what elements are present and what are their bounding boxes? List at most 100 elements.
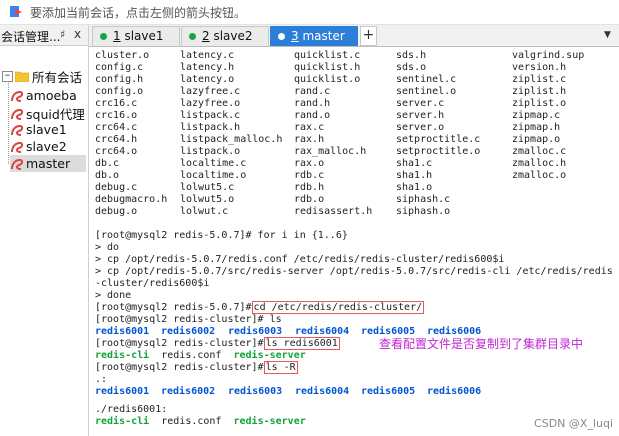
dir-entry: redis6005: [361, 386, 416, 397]
session-icon: [11, 141, 24, 153]
exec-file: redis-cli: [95, 416, 150, 427]
dir-entry: redis6001: [95, 386, 150, 397]
file-entry: siphash.o: [396, 206, 451, 217]
session-icon: [11, 90, 24, 102]
file-entry: zmalloc.c: [512, 146, 567, 157]
terminal-line: ./redis6001:: [95, 404, 168, 415]
exec-file: redis-cli: [95, 350, 150, 361]
session-item-squid[interactable]: squid代理: [10, 104, 85, 122]
highlighted-command: cd /etc/redis/redis-cluster/: [251, 301, 425, 314]
tab-number: 2: [202, 29, 210, 43]
file-entry: listpack_malloc.h: [180, 134, 283, 145]
file-entry: quicklist.h: [294, 62, 361, 73]
file-entry: zmalloc.h: [512, 158, 567, 169]
terminal-line: [root@mysql2 redis-cluster]# ls: [95, 314, 282, 325]
file-entry: zipmap.h: [512, 122, 561, 133]
file-entry: lazyfree.o: [180, 98, 241, 109]
tab-bar: 1 slave1 2 slave2 3 master + ▼: [89, 25, 619, 47]
file-entry: rand.o: [294, 110, 331, 121]
session-icon: [11, 108, 24, 120]
terminal-line: [root@mysql2 redis-cluster]# ls -R: [95, 361, 298, 374]
close-icon[interactable]: x: [74, 27, 81, 41]
file-entry: listpack.c: [180, 110, 241, 121]
tab-list-dropdown-icon[interactable]: ▼: [604, 30, 611, 40]
file-entry: sha1.h: [396, 170, 433, 181]
tab-number: 3: [291, 29, 299, 43]
highlighted-command: ls -R: [263, 361, 298, 374]
file-entry: quicklist.o: [294, 74, 361, 85]
file-entry: debug.c: [95, 182, 138, 193]
terminal-output[interactable]: [root@mysql2 redis-5.0.7]# for i in {1..…: [89, 47, 619, 436]
arrow-hint-icon: [10, 6, 22, 17]
dir-entry: redis6002: [161, 386, 216, 397]
file-entry: config.o: [95, 86, 144, 97]
file-entry: setproctitle.o: [396, 146, 481, 157]
file-entry: valgrind.sup: [512, 50, 585, 61]
dir-entry: redis6003: [228, 386, 283, 397]
terminal-line: [root@mysql2 redis-5.0.7]# cd /etc/redis/…: [95, 301, 425, 314]
dir-entry: redis6004: [295, 386, 350, 397]
file-entry: rand.c: [294, 86, 331, 97]
file-entry: zmalloc.o: [512, 170, 567, 181]
terminal-line: > done: [95, 290, 132, 301]
file-entry: listpack.o: [180, 146, 241, 157]
file-entry: crc64.o: [95, 146, 138, 157]
file-entry: localtime.o: [180, 170, 247, 181]
file-entry: crc64.h: [95, 134, 138, 145]
file-entry: siphash.c: [396, 194, 451, 205]
tab-slave1[interactable]: 1 slave1: [92, 26, 180, 46]
session-manager-panel: 会话管理... ♯ x − 所有会话 amoeba squid代理 slave1 …: [0, 25, 89, 436]
file-entry: crc16.o: [95, 110, 138, 121]
session-item-master[interactable]: master: [10, 155, 86, 172]
exec-file: redis-server: [233, 416, 306, 427]
file-entry: server.o: [396, 122, 445, 133]
session-item-slave1[interactable]: slave1: [10, 121, 67, 138]
terminal-line: -cluster/redis600$i: [95, 278, 210, 289]
file-entry: ziplist.o: [512, 98, 567, 109]
file-entry: rax.h: [294, 134, 325, 145]
terminal-line: [root@mysql2 redis-cluster]# ls redis6001: [95, 337, 340, 350]
config-file: redis.conf: [161, 350, 222, 361]
shell-prompt: [root@mysql2 redis-cluster]#: [95, 338, 264, 349]
tab-slave2[interactable]: 2 slave2: [181, 26, 269, 46]
terminal-line: .:: [95, 374, 108, 385]
file-entry: redisassert.h: [294, 206, 373, 217]
file-entry: rdb.h: [294, 182, 325, 193]
shell-prompt: [root@mysql2 redis-cluster]#: [95, 362, 264, 373]
file-entry: server.h: [396, 110, 445, 121]
file-entry: cluster.o: [95, 50, 150, 61]
folder-icon: [15, 71, 29, 82]
session-manager-header: 会话管理... ♯ x: [0, 25, 88, 46]
tab-master[interactable]: 3 master: [270, 26, 358, 46]
file-entry: rax.c: [294, 122, 325, 133]
file-entry: rdb.c: [294, 170, 325, 181]
file-entry: latency.h: [180, 62, 235, 73]
terminal-line: > cp /opt/redis-5.0.7/src/redis-server /…: [95, 266, 613, 277]
file-entry: rand.h: [294, 98, 331, 109]
exec-file: redis-server: [233, 350, 306, 361]
file-entry: sha1.o: [396, 182, 433, 193]
file-entry: rdb.o: [294, 194, 325, 205]
file-entry: db.o: [95, 170, 120, 181]
file-entry: zipmap.c: [512, 110, 561, 121]
file-entry: latency.c: [180, 50, 235, 61]
collapse-icon[interactable]: −: [2, 71, 13, 82]
file-entry: version.h: [512, 62, 567, 73]
tree-root[interactable]: − 所有会话: [2, 67, 82, 85]
file-entry: lolwut.c: [180, 206, 229, 217]
pin-icon[interactable]: ♯: [60, 28, 65, 41]
session-item-amoeba[interactable]: amoeba: [10, 87, 77, 104]
config-file: redis.conf: [161, 416, 222, 427]
dir-entry: redis6001: [95, 326, 150, 337]
file-entry: config.h: [95, 74, 144, 85]
status-dot-icon: [100, 33, 107, 40]
add-tab-button[interactable]: +: [360, 26, 377, 46]
file-entry: setproctitle.c: [396, 134, 481, 145]
session-manager-title: 会话管理...: [1, 30, 61, 44]
file-entry: ziplist.h: [512, 86, 567, 97]
watermark: CSDN @X_luqi: [534, 417, 613, 430]
file-entry: crc64.c: [95, 122, 138, 133]
session-item-slave2[interactable]: slave2: [10, 138, 67, 155]
file-entry: rax_malloc.h: [294, 146, 367, 157]
session-icon: [11, 158, 24, 170]
